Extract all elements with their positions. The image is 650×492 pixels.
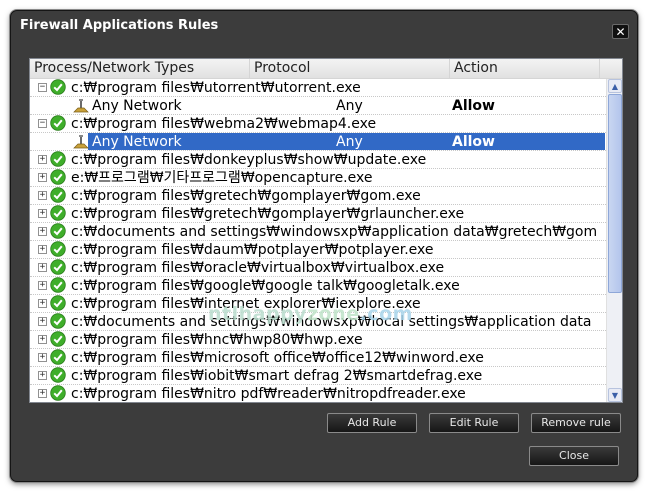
column-header-action[interactable]: Action <box>450 59 600 78</box>
process-path: c:₩program files₩google₩google talk₩goog… <box>71 278 460 294</box>
check-circle-icon <box>50 295 66 311</box>
network-type: Any Network <box>92 98 182 114</box>
network-rule-row[interactable]: Any Network Any Allow <box>30 97 608 115</box>
expand-icon[interactable]: + <box>38 389 47 398</box>
process-path: c:₩program files₩utorrent₩utorrent.exe <box>71 80 361 96</box>
process-path: c:₩program files₩microsoft office₩office… <box>71 350 484 366</box>
process-path: c:₩program files₩gretech₩gomplayer₩grlau… <box>71 206 465 222</box>
process-row[interactable]: + e:₩프로그램₩기타프로그램₩opencapture.exe <box>30 169 608 187</box>
grid-header: Process/Network Types Protocol Action <box>30 59 622 79</box>
check-circle-icon <box>50 349 66 365</box>
check-circle-icon <box>50 259 66 275</box>
process-path: c:₩program files₩daum₩potplayer₩potplaye… <box>71 242 434 258</box>
process-path: c:₩documents and settings₩windowsxp₩appl… <box>71 224 598 240</box>
network-icon <box>73 98 89 114</box>
action-value: Allow <box>452 134 495 150</box>
process-path: c:₩program files₩hnc₩hwp80₩hwp.exe <box>71 332 363 348</box>
expand-icon[interactable]: + <box>38 317 47 326</box>
check-circle-icon <box>50 205 66 221</box>
process-path: e:₩프로그램₩기타프로그램₩opencapture.exe <box>71 170 373 186</box>
check-circle-icon <box>50 115 66 131</box>
network-rule-row[interactable]: Any Network Any Allow <box>30 133 608 151</box>
remove-rule-button[interactable]: Remove rule <box>531 413 621 433</box>
edit-rule-button[interactable]: Edit Rule <box>429 413 519 433</box>
expand-icon[interactable]: + <box>38 227 47 236</box>
expand-icon[interactable]: + <box>38 209 47 218</box>
process-row[interactable]: − c:₩program files₩utorrent₩utorrent.exe <box>30 79 608 97</box>
expand-icon[interactable]: + <box>38 191 47 200</box>
collapse-icon[interactable]: − <box>38 119 47 128</box>
watermark-part-1: ntlhappy <box>208 303 308 325</box>
expand-icon[interactable]: + <box>38 353 47 362</box>
grid-rows: − c:₩program files₩utorrent₩utorrent.exe A… <box>30 79 608 402</box>
check-circle-icon <box>50 385 66 401</box>
scroll-thumb[interactable] <box>608 94 622 293</box>
watermark-part-2: zone <box>307 303 360 325</box>
collapse-icon[interactable]: − <box>38 83 47 92</box>
protocol-value: Any <box>336 98 363 114</box>
scroll-up-icon[interactable]: ▲ <box>608 79 622 93</box>
vertical-scrollbar[interactable]: ▲ ▼ <box>606 79 622 402</box>
expand-icon[interactable]: + <box>38 245 47 254</box>
network-type: Any Network <box>92 134 182 150</box>
column-header-protocol[interactable]: Protocol <box>250 59 450 78</box>
check-circle-icon <box>50 151 66 167</box>
process-path: c:₩program files₩gretech₩gomplayer₩gom.e… <box>71 188 421 204</box>
expand-icon[interactable]: + <box>38 371 47 380</box>
expand-icon[interactable]: + <box>38 299 47 308</box>
expand-icon[interactable]: + <box>38 173 47 182</box>
expand-icon[interactable]: + <box>38 155 47 164</box>
expand-icon[interactable]: + <box>38 335 47 344</box>
check-circle-icon <box>50 277 66 293</box>
process-row[interactable]: + c:₩program files₩google₩google talk₩goo… <box>30 277 608 295</box>
close-window-icon[interactable]: ✕ <box>612 24 629 39</box>
process-row[interactable]: + c:₩program files₩hnc₩hwp80₩hwp.exe <box>30 331 608 349</box>
process-path: c:₩program files₩nitro pdf₩reader₩nitrop… <box>71 386 466 402</box>
process-row[interactable]: + c:₩program files₩donkeyplus₩show₩update… <box>30 151 608 169</box>
scroll-down-icon[interactable]: ▼ <box>608 388 622 402</box>
process-row[interactable]: + c:₩program files₩iobit₩smart defrag 2₩s… <box>30 367 608 385</box>
firewall-rules-dialog: Firewall Applications Rules ✕ Process/Ne… <box>10 10 638 482</box>
watermark-part-3: .com <box>359 303 413 325</box>
process-path: c:₩program files₩oracle₩virtualbox₩virtu… <box>71 260 445 276</box>
process-path: c:₩program files₩webma2₩webmap4.exe <box>71 116 377 132</box>
column-header-filler <box>600 59 622 78</box>
process-row[interactable]: + c:₩program files₩nitro pdf₩reader₩nitro… <box>30 385 608 402</box>
check-circle-icon <box>50 367 66 383</box>
process-path: c:₩program files₩donkeyplus₩show₩update.… <box>71 152 427 168</box>
add-rule-button[interactable]: Add Rule <box>327 413 417 433</box>
expand-icon[interactable]: + <box>38 263 47 272</box>
process-row[interactable]: + c:₩documents and settings₩windowsxp₩app… <box>30 223 608 241</box>
column-header-process[interactable]: Process/Network Types <box>30 59 250 78</box>
check-circle-icon <box>50 313 66 329</box>
check-circle-icon <box>50 241 66 257</box>
process-row[interactable]: + c:₩program files₩oracle₩virtualbox₩virt… <box>30 259 608 277</box>
action-value: Allow <box>452 98 495 114</box>
watermark: ntlhappyzone.com <box>208 303 413 325</box>
protocol-value: Any <box>336 134 363 150</box>
rules-grid: Process/Network Types Protocol Action − c… <box>29 58 623 403</box>
process-row[interactable]: + c:₩program files₩microsoft office₩offic… <box>30 349 608 367</box>
check-circle-icon <box>50 331 66 347</box>
close-button[interactable]: Close <box>529 446 619 466</box>
check-circle-icon <box>50 187 66 203</box>
process-row[interactable]: − c:₩program files₩webma2₩webmap4.exe <box>30 115 608 133</box>
dialog-title: Firewall Applications Rules <box>20 18 219 33</box>
process-row[interactable]: + c:₩program files₩gretech₩gomplayer₩gom.… <box>30 187 608 205</box>
expand-icon[interactable]: + <box>38 281 47 290</box>
process-path: c:₩program files₩iobit₩smart defrag 2₩sm… <box>71 368 483 384</box>
check-circle-icon <box>50 223 66 239</box>
process-row[interactable]: + c:₩program files₩daum₩potplayer₩potplay… <box>30 241 608 259</box>
check-circle-icon <box>50 79 66 95</box>
process-row[interactable]: + c:₩program files₩gretech₩gomplayer₩grla… <box>30 205 608 223</box>
network-icon <box>73 134 89 150</box>
check-circle-icon <box>50 169 66 185</box>
